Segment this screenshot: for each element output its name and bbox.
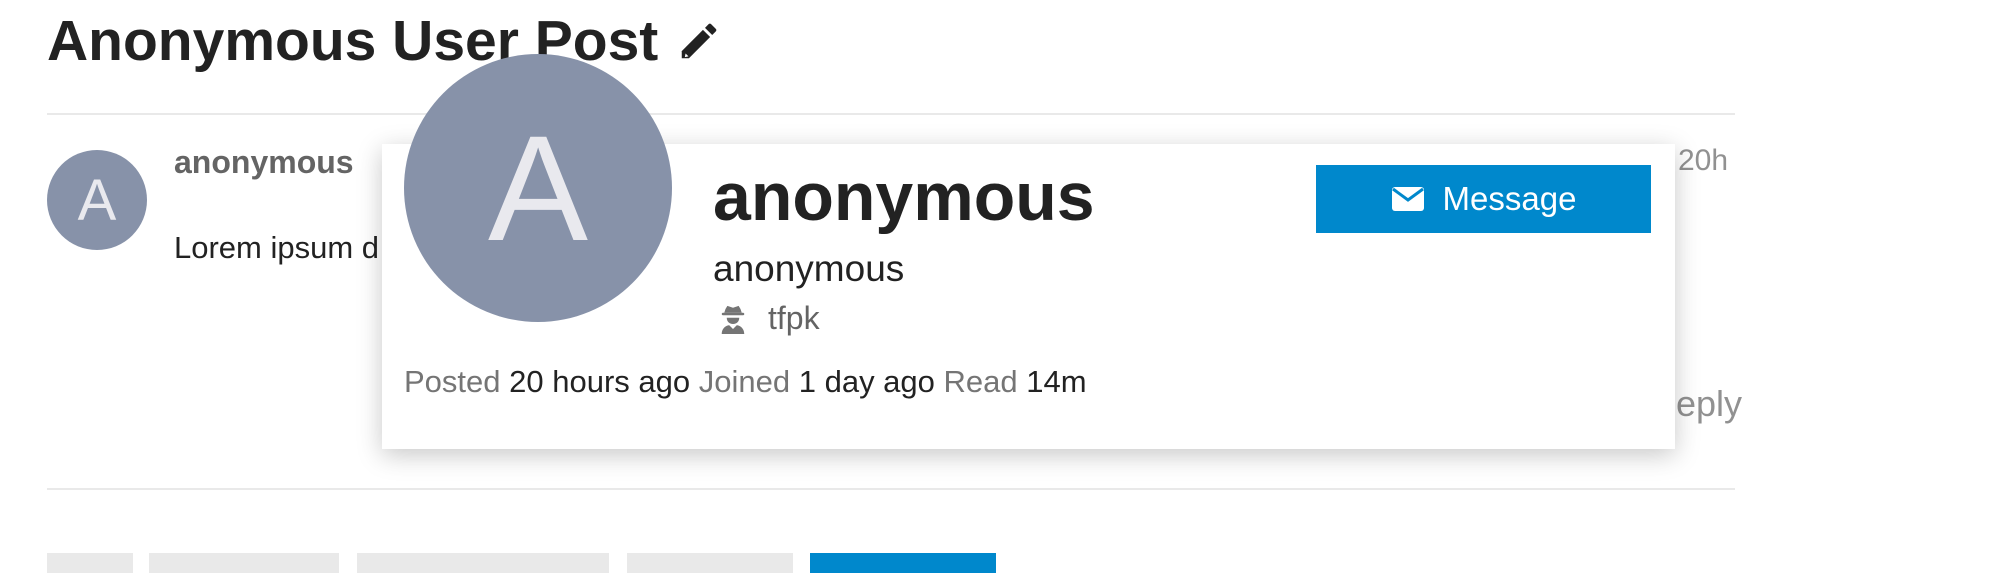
message-button-label: Message bbox=[1442, 180, 1577, 217]
posted-value: 20 hours ago bbox=[509, 364, 691, 399]
footer-button[interactable] bbox=[627, 553, 793, 573]
post-avatar[interactable]: A bbox=[47, 150, 147, 250]
read-value: 14m bbox=[1026, 364, 1087, 399]
footer-button[interactable] bbox=[357, 553, 609, 573]
user-card-username: anonymous bbox=[713, 248, 905, 289]
footer-button[interactable] bbox=[47, 553, 133, 573]
user-card-avatar-letter: A bbox=[487, 103, 589, 272]
footer-button[interactable] bbox=[149, 553, 339, 573]
joined-value: 1 day ago bbox=[798, 364, 935, 399]
joined-label: Joined bbox=[698, 364, 791, 399]
topic-divider bbox=[47, 113, 1735, 115]
user-card-group[interactable]: tfpk bbox=[718, 300, 820, 337]
user-card-avatar[interactable]: A bbox=[404, 54, 672, 322]
posted-label: Posted bbox=[404, 364, 501, 399]
post-date[interactable]: 20h bbox=[1678, 144, 1728, 178]
user-card-name[interactable]: anonymous bbox=[713, 158, 1095, 236]
read-label: Read bbox=[943, 364, 1018, 399]
post-divider bbox=[47, 488, 1735, 490]
post-body: Lorem ipsum d bbox=[174, 230, 380, 265]
post-username[interactable]: anonymous bbox=[174, 144, 354, 181]
footer-primary-button[interactable] bbox=[810, 553, 996, 573]
envelope-icon bbox=[1391, 185, 1425, 213]
message-button[interactable]: Message bbox=[1316, 165, 1651, 233]
pencil-icon[interactable] bbox=[676, 18, 722, 64]
post-avatar-letter: A bbox=[77, 167, 117, 233]
user-secret-icon bbox=[718, 304, 748, 334]
user-card-group-name: tfpk bbox=[768, 300, 820, 336]
topic-title-row: Anonymous User Post bbox=[47, 8, 722, 74]
user-card-meta: Posted 20 hours ago Joined 1 day ago Rea… bbox=[404, 364, 1087, 400]
